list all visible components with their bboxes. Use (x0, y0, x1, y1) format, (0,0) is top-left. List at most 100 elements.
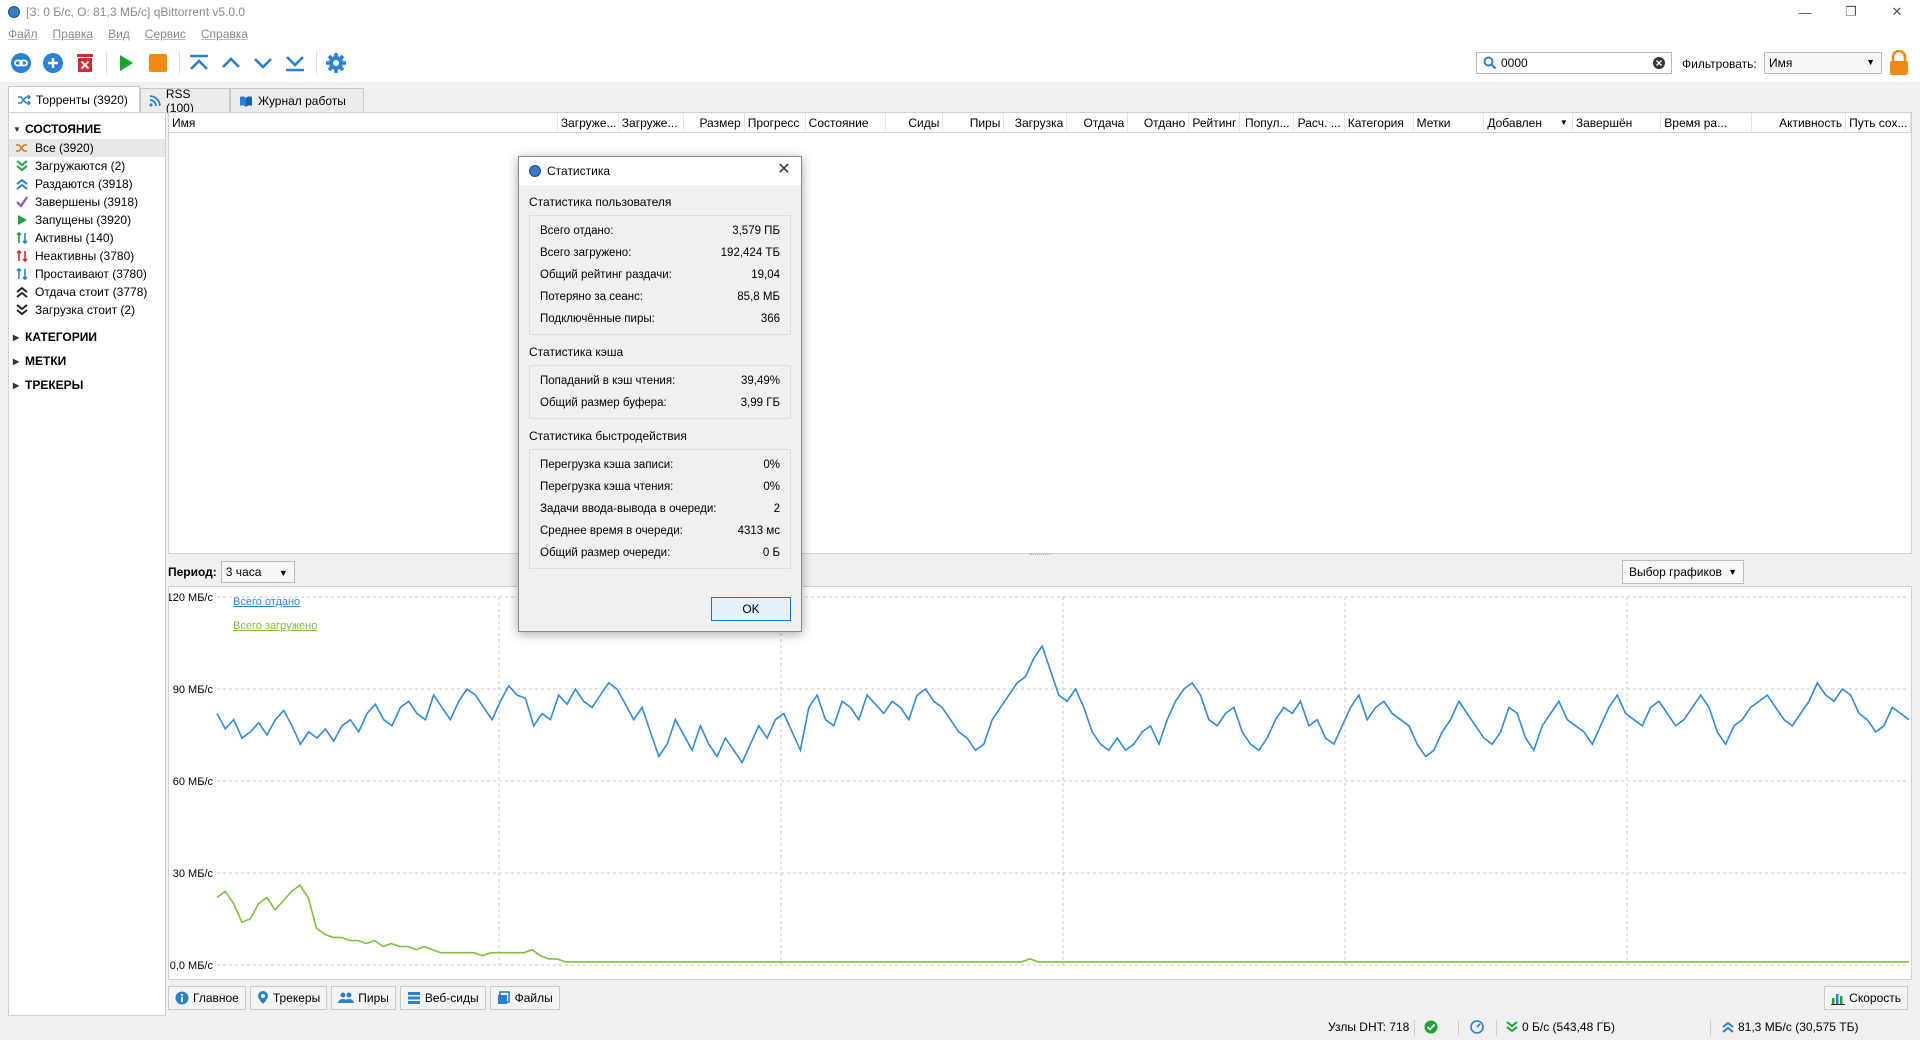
minimize-button[interactable]: — (1782, 0, 1828, 24)
map-pin-icon (257, 991, 268, 1004)
sidebar-item-stalled[interactable]: Простаивают (3780) (9, 265, 165, 283)
sidebar-section-status[interactable]: ▼ СОСТОЯНИЕ (9, 119, 165, 139)
tab-trackers[interactable]: Трекеры (249, 986, 328, 1010)
y-tick-label: 0,0 МБ/с (170, 960, 214, 972)
column-header[interactable]: Время ра... (1661, 112, 1752, 133)
updown-arrows-blue-icon (15, 267, 29, 281)
torrent-table[interactable]: Имя Загруже... Загруже... Размер Прогрес… (168, 112, 1912, 554)
close-icon[interactable]: ✕ (775, 161, 793, 179)
stat-value: 366 (760, 313, 780, 325)
column-header-sorted[interactable]: Добавлен ▼ (1484, 112, 1573, 133)
column-header[interactable]: Загруже... (558, 112, 619, 133)
cache-stats-group: Попаданий в кэш чтения: 39,49% Общий разм… (529, 365, 791, 419)
tab-torrents[interactable]: Торренты (3920) (8, 86, 140, 112)
filter-by-select[interactable]: Имя ▼ (1764, 52, 1882, 74)
stat-label: Всего отдано: (540, 225, 614, 237)
close-window-button[interactable]: ✕ (1874, 0, 1920, 24)
column-header[interactable]: Состояние (806, 112, 887, 133)
search-input[interactable] (1501, 56, 1651, 70)
column-header[interactable]: Загруже... (619, 112, 684, 133)
tab-rss[interactable]: RSS (100) (140, 87, 230, 115)
sidebar-section-label: МЕТКИ (25, 354, 67, 368)
sidebar-item-stalled-uploading[interactable]: Отдача стоит (3778) (9, 283, 165, 301)
sidebar-section-trackers[interactable]: ▶ ТРЕКЕРЫ (9, 375, 165, 395)
column-header[interactable]: Попул... (1240, 112, 1294, 133)
column-header[interactable]: Имя (169, 112, 558, 133)
sidebar-item-completed[interactable]: Завершены (3918) (9, 193, 165, 211)
gear-icon (326, 53, 346, 73)
stat-label: Общий размер очереди: (540, 547, 671, 559)
upload-speed[interactable]: 81,3 МБ/с (30,575 ТБ) (1722, 1020, 1858, 1034)
ok-button[interactable]: OK (711, 597, 791, 621)
column-header[interactable]: Категория (1345, 112, 1414, 133)
sidebar: ▼ СОСТОЯНИЕ Все (3920) Загружаются (2) Р… (8, 112, 166, 1016)
menu-edit[interactable]: Правка (53, 27, 94, 41)
tab-files[interactable]: Файлы (489, 986, 560, 1010)
column-header[interactable]: Отдача (1067, 112, 1129, 133)
sidebar-item-inactive[interactable]: Неактивны (3780) (9, 247, 165, 265)
add-link-button[interactable] (8, 50, 34, 76)
maximize-button[interactable]: ❐ (1828, 0, 1874, 24)
panel-splitter[interactable] (1030, 554, 1050, 558)
alt-speed-toggle[interactable] (1470, 1020, 1488, 1034)
move-down-button[interactable] (250, 50, 276, 76)
column-header[interactable]: Пиры (943, 112, 1005, 133)
tab-log[interactable]: Журнал работы (230, 88, 364, 112)
add-torrent-button[interactable] (40, 50, 66, 76)
dialog-body: Статистика пользователя Всего отдано: 3,5… (519, 185, 801, 631)
tab-webseeds[interactable]: Веб-сиды (399, 986, 486, 1010)
column-header[interactable]: Рейтинг (1189, 112, 1241, 133)
y-tick-label: 60 МБ/с (173, 776, 214, 788)
stop-button[interactable] (145, 50, 171, 76)
column-header[interactable]: Размер (684, 112, 745, 133)
menu-file[interactable]: Файл (8, 27, 38, 41)
options-button[interactable] (323, 50, 349, 76)
sidebar-item-running[interactable]: Запущены (3920) (9, 211, 165, 229)
period-select[interactable]: 3 часа ▼ (220, 561, 295, 583)
stat-value: 0 Б (762, 547, 780, 559)
column-header[interactable]: Активность (1752, 112, 1847, 133)
sidebar-item-downloading[interactable]: Загружаются (2) (9, 157, 165, 175)
connection-status[interactable] (1424, 1020, 1442, 1034)
sidebar-item-active[interactable]: Активны (140) (9, 229, 165, 247)
menu-view[interactable]: Вид (108, 27, 130, 41)
move-top-button[interactable] (186, 50, 212, 76)
delete-button[interactable] (72, 50, 98, 76)
lock-button[interactable] (1888, 49, 1910, 79)
column-header[interactable]: Завершён (1573, 112, 1662, 133)
column-header[interactable]: Путь сох... (1846, 112, 1911, 133)
tab-speed[interactable]: Скорость (1824, 986, 1908, 1010)
move-up-button[interactable] (218, 50, 244, 76)
stat-row: Общий размер буфера: 3,99 ГБ (530, 392, 790, 414)
legend-downloaded[interactable]: Всего загружено (233, 620, 317, 632)
column-header[interactable]: Метки (1414, 112, 1485, 133)
start-button[interactable] (113, 50, 139, 76)
sidebar-item-label: Неактивны (3780) (35, 249, 135, 263)
graph-select[interactable]: Выбор графиков ▼ (1622, 560, 1744, 584)
sidebar-item-stalled-downloading[interactable]: Загрузка стоит (2) (9, 301, 165, 319)
checkmark-icon (15, 195, 29, 209)
menu-help[interactable]: Справка (201, 27, 248, 41)
sidebar-item-seeding[interactable]: Раздаются (3918) (9, 175, 165, 193)
sidebar-section-tags[interactable]: ▶ МЕТКИ (9, 351, 165, 371)
move-bottom-button[interactable] (282, 50, 308, 76)
filter-label: Фильтровать: (1682, 57, 1757, 71)
download-speed[interactable]: 0 Б/с (543,48 ГБ) (1506, 1020, 1615, 1034)
files-icon (497, 991, 510, 1004)
column-header[interactable]: Отдано (1128, 112, 1190, 133)
stat-row: Всего отдано: 3,579 ПБ (530, 220, 790, 242)
tab-peers[interactable]: Пиры (331, 986, 396, 1010)
menu-tools[interactable]: Сервис (145, 27, 186, 41)
legend-uploaded[interactable]: Всего отдано (233, 596, 300, 608)
search-field[interactable] (1476, 52, 1672, 74)
status-divider (1710, 1020, 1711, 1036)
sidebar-item-all[interactable]: Все (3920) (9, 139, 165, 157)
sidebar-section-categories[interactable]: ▶ КАТЕГОРИИ (9, 327, 165, 347)
sidebar-section-label: ТРЕКЕРЫ (25, 378, 84, 392)
column-header[interactable]: Загрузка (1004, 112, 1068, 133)
tab-general[interactable]: Главное (168, 986, 246, 1010)
clear-search-icon[interactable] (1653, 57, 1665, 69)
column-header[interactable]: Расч. ... (1294, 112, 1345, 133)
column-header[interactable]: Прогресс (745, 112, 806, 133)
column-header[interactable]: Сиды (886, 112, 944, 133)
